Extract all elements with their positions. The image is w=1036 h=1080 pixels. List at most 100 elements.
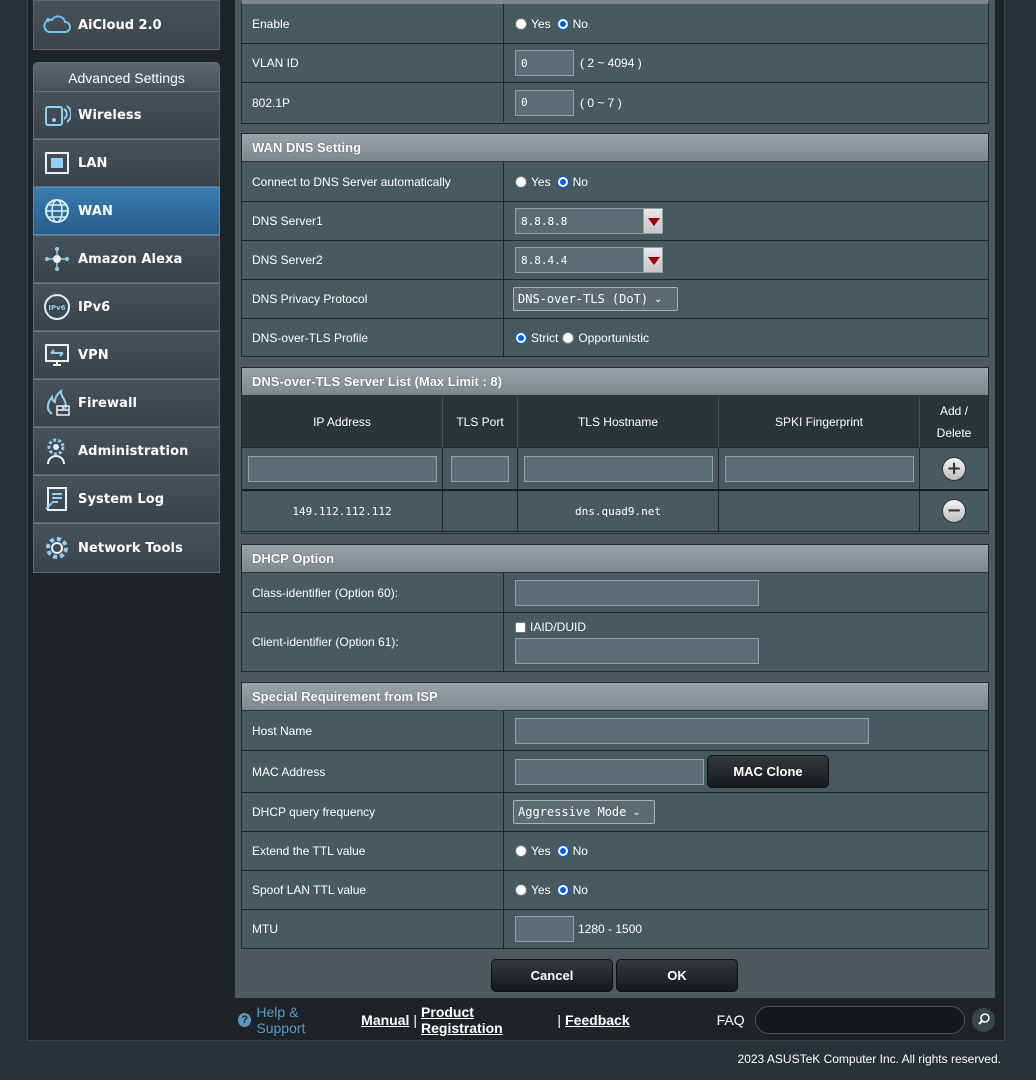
- chevron-down-icon: ⌄: [632, 806, 641, 818]
- dns1-input[interactable]: 8.8.8.8: [515, 208, 643, 234]
- search-icon: [977, 1012, 991, 1029]
- add-cell: +: [920, 448, 988, 490]
- sidebar-item-label: Amazon Alexa: [78, 251, 183, 267]
- new-port-cell: [443, 448, 518, 490]
- host-name-label: Host Name: [242, 711, 504, 750]
- add-icon[interactable]: +: [942, 456, 966, 481]
- class-id-label: Class-identifier (Option 60):: [242, 573, 504, 612]
- p8021-hint: ( 0 ~ 7 ): [580, 95, 622, 110]
- sidebar-item-label: Wireless: [78, 107, 142, 123]
- sidebar-item-lan[interactable]: LAN: [33, 139, 220, 187]
- new-hostname-input[interactable]: [523, 455, 713, 482]
- dhcp-freq-select[interactable]: Aggressive Mode ⌄: [513, 800, 655, 824]
- sidebar-item-label: WAN: [78, 203, 113, 219]
- mtu-input[interactable]: [515, 916, 574, 942]
- gear-icon: [36, 528, 78, 568]
- wan-dns-title: WAN DNS Setting: [242, 134, 988, 162]
- dns-auto-no-radio[interactable]: No: [556, 175, 588, 189]
- sidebar-item-aicloud[interactable]: AiCloud 2.0: [33, 0, 220, 50]
- spoof-ttl-label: Spoof LAN TTL value: [242, 871, 504, 909]
- sidebar-item-label: System Log: [78, 491, 165, 507]
- footer: ? Help & Support Manual | Product Regist…: [235, 1000, 995, 1040]
- profile-strict-radio[interactable]: Strict: [515, 331, 558, 345]
- faq-search-input[interactable]: [754, 1006, 966, 1034]
- sidebar-item-label: Network Tools: [78, 540, 183, 556]
- sidebar-item-administration[interactable]: Administration: [33, 427, 220, 475]
- mac-address-label: MAC Address: [242, 751, 504, 792]
- isp-title: Special Requirement from ISP: [242, 683, 988, 711]
- mac-clone-button[interactable]: MAC Clone: [707, 755, 829, 788]
- remove-icon[interactable]: −: [942, 499, 966, 523]
- lan-icon: [36, 143, 78, 183]
- gear-person-icon: [36, 431, 78, 471]
- new-ip-input[interactable]: [247, 455, 437, 482]
- new-spki-input[interactable]: [724, 455, 914, 482]
- dot-server-table: IP Address TLS Port TLS Hostname SPKI Fi…: [242, 396, 988, 532]
- new-hostname-cell: [518, 448, 719, 490]
- vlan-id-input[interactable]: 0: [515, 50, 574, 76]
- enable-yes-radio[interactable]: Yes: [515, 17, 551, 31]
- row-spki: [719, 490, 920, 532]
- product-registration-link[interactable]: Product Registration: [421, 1004, 553, 1036]
- dns1-combo: 8.8.8.8: [515, 208, 663, 234]
- enable-label: Enable: [242, 4, 504, 43]
- enable-no-radio[interactable]: No: [556, 17, 588, 31]
- sidebar-item-wan[interactable]: WAN: [33, 187, 220, 235]
- sidebar-item-ipv6[interactable]: IPv6 IPv6: [33, 283, 220, 331]
- row-ip: 149.112.112.112: [242, 490, 443, 532]
- dns2-dropdown-button[interactable]: [643, 247, 663, 273]
- sidebar-item-amazon-alexa[interactable]: Amazon Alexa: [33, 235, 220, 283]
- help-support-link[interactable]: Help & Support: [256, 1004, 347, 1036]
- iaid-duid-checkbox[interactable]: IAID/DUID: [515, 620, 586, 634]
- copyright: 2023 ASUSTeK Computer Inc. All rights re…: [737, 1052, 1001, 1066]
- spoof-ttl-yes-radio[interactable]: Yes: [515, 883, 551, 897]
- svg-text:IPv6: IPv6: [48, 304, 65, 312]
- sidebar-item-system-log[interactable]: System Log: [33, 475, 220, 523]
- dns2-input[interactable]: 8.8.4.4: [515, 247, 643, 273]
- p8021-label: 802.1P: [242, 83, 504, 122]
- dot-list-title: DNS-over-TLS Server List (Max Limit : 8): [242, 368, 988, 396]
- feedback-link[interactable]: Feedback: [565, 1012, 630, 1028]
- mac-address-input[interactable]: [515, 758, 704, 785]
- dns-privacy-label: DNS Privacy Protocol: [242, 280, 504, 318]
- globe-icon: [36, 191, 78, 231]
- sidebar-item-network-tools[interactable]: Network Tools: [33, 523, 220, 573]
- sidebar-item-firewall[interactable]: Firewall: [33, 379, 220, 427]
- search-button[interactable]: [972, 1008, 995, 1032]
- class-id-input[interactable]: [515, 579, 759, 606]
- cancel-button[interactable]: Cancel: [491, 959, 613, 992]
- dot-profile-label: DNS-over-TLS Profile: [242, 319, 504, 356]
- extend-ttl-yes-radio[interactable]: Yes: [515, 844, 551, 858]
- dns-auto-yes-radio[interactable]: Yes: [515, 175, 551, 189]
- profile-opportunistic-radio[interactable]: Opportunistic: [562, 331, 649, 345]
- dns1-dropdown-button[interactable]: [643, 208, 663, 234]
- col-spki-fingerprint: SPKI Fingerprint: [719, 396, 920, 448]
- manual-link[interactable]: Manual: [361, 1012, 409, 1028]
- dhcp-option-section: DHCP Option Class-identifier (Option 60)…: [241, 544, 989, 672]
- dns2-label: DNS Server2: [242, 241, 504, 279]
- host-name-input[interactable]: [515, 717, 869, 744]
- extend-ttl-label: Extend the TTL value: [242, 832, 504, 870]
- spoof-ttl-no-radio[interactable]: No: [556, 883, 588, 897]
- dns2-combo: 8.8.4.4: [515, 247, 663, 273]
- client-id-input[interactable]: [515, 638, 759, 664]
- sidebar-item-vpn[interactable]: VPN: [33, 331, 220, 379]
- ipv6-icon: IPv6: [36, 287, 78, 327]
- wan-dns-section: WAN DNS Setting Connect to DNS Server au…: [241, 133, 989, 357]
- sidebar-item-label: LAN: [78, 155, 108, 171]
- extend-ttl-no-radio[interactable]: No: [556, 844, 588, 858]
- client-id-label: Client-identifier (Option 61):: [242, 613, 504, 671]
- alexa-icon: [36, 239, 78, 279]
- separator: |: [413, 1012, 418, 1028]
- wireless-icon: [36, 95, 78, 135]
- vlan-id-label: VLAN ID: [242, 44, 504, 82]
- dns-privacy-select[interactable]: DNS-over-TLS (DoT) ⌄: [513, 287, 678, 311]
- ok-button[interactable]: OK: [616, 959, 738, 992]
- sidebar-item-wireless[interactable]: Wireless: [33, 91, 220, 139]
- p8021-input[interactable]: 0: [515, 89, 574, 116]
- col-ip-address: IP Address: [242, 396, 443, 448]
- sidebar-item-label: Administration: [78, 443, 189, 459]
- isp-section: Special Requirement from ISP Host Name M…: [241, 682, 989, 949]
- new-port-input[interactable]: [451, 455, 509, 482]
- system-log-icon: [36, 479, 78, 519]
